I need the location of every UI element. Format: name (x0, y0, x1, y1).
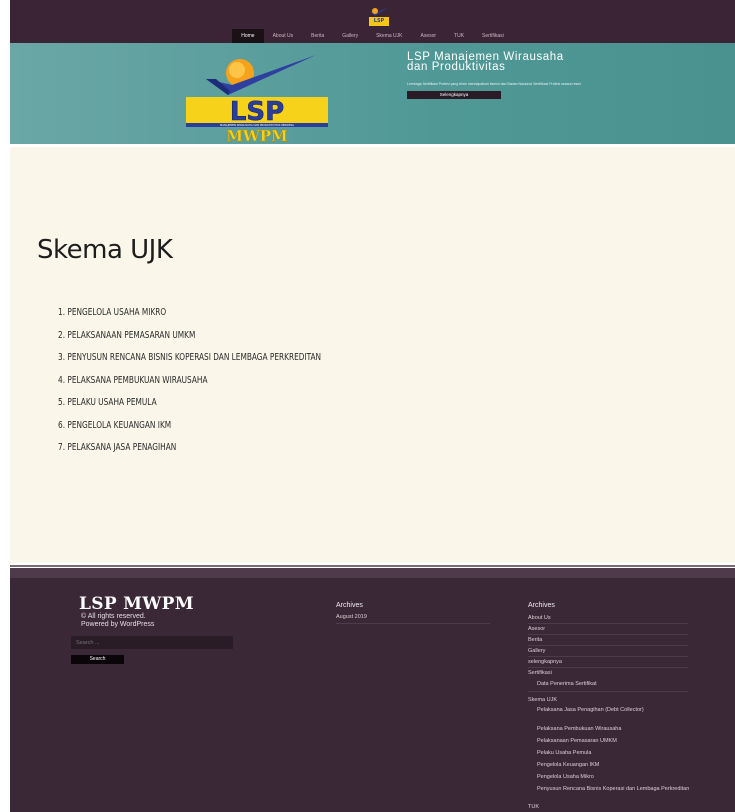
nav-home[interactable]: Home (232, 29, 264, 43)
widget-rule (528, 634, 688, 635)
nav-sertifikasi[interactable]: Sertifikasi (473, 29, 513, 43)
widget-rule (528, 623, 688, 624)
widget-rule (528, 645, 688, 646)
subpage-link[interactable]: Pelaksana Pembukuan Wirausaha (537, 726, 621, 733)
subpage-link[interactable]: Data Penerima Sertifikat (537, 681, 597, 688)
footer-search-button[interactable]: Search (71, 655, 124, 664)
footer-search-input[interactable] (71, 636, 233, 649)
page-link[interactable]: About Us (528, 615, 551, 622)
widget-rule (528, 667, 688, 668)
page-link[interactable]: Berita (528, 637, 542, 644)
page-link[interactable]: Gallery (528, 648, 545, 655)
logo-lsp-text: LSP (230, 97, 284, 127)
subpage-link[interactable]: Pengelola Usaha Mikro (537, 774, 594, 781)
hero-subtitle: Lembaga Sertifikasi Profesi yang telah m… (407, 82, 582, 86)
site-header: LSP Home About Us Berita Gallery Skema U… (10, 0, 735, 43)
skema-item: 6. PENGELOLA KEUANGAN IKM (58, 419, 172, 431)
skema-item: 1. PENGELOLA USAHA MIKRO (58, 307, 167, 318)
nav-tuk[interactable]: TUK (445, 29, 473, 43)
nav-skema-ujk[interactable]: Skema UJK (367, 29, 411, 43)
lsp-mwpm-logo-icon: LSP MANAJEMEN WIRAUSAHA DAN PRODUKTIVITA… (186, 55, 328, 143)
footer-band (10, 568, 735, 578)
main-nav: Home About Us Berita Gallery Skema UJK A… (10, 29, 735, 43)
logo-mwpm-text: MWPM (226, 127, 287, 143)
footer-copyright: © All rights reserved. (81, 613, 146, 620)
site-footer: LSP MWPM © All rights reserved. Powered … (10, 568, 735, 812)
widget-rule (528, 691, 688, 692)
subpage-link[interactable]: Pengelola Keuangan IKM (537, 762, 599, 769)
skema-item: 4. PELAKSANA PEMBUKUAN WIRAUSAHA (58, 374, 208, 386)
hero-cta-button[interactable]: Selengkapnya (407, 91, 501, 99)
archives-widget-title: Archives (336, 602, 363, 609)
nav-asesor[interactable]: Asesor (411, 29, 445, 43)
skema-list: 1. PENGELOLA USAHA MIKRO 2. PELAKSANAAN … (58, 306, 379, 464)
footer-site-title[interactable]: LSP MWPM (79, 594, 194, 614)
page-link-skema[interactable]: Skema UJK (528, 697, 557, 704)
skema-item: 7. PELAKSANA JASA PENAGIHAN (58, 442, 177, 453)
site-logo-icon[interactable]: LSP (366, 5, 392, 27)
nav-gallery[interactable]: Gallery (333, 29, 367, 43)
widget-rule (528, 656, 688, 657)
footer-divider (10, 565, 735, 567)
skema-item: 3. PENYUSUN RENCANA BISNIS KOPERASI DAN … (58, 352, 322, 363)
nav-berita[interactable]: Berita (302, 29, 333, 43)
hero-title: LSP Manajemen Wirausaha dan Produktivita… (407, 51, 564, 73)
skema-item: 2. PELAKSANAAN PEMASARAN UMKM (58, 329, 196, 341)
widget-rule (336, 623, 490, 624)
page-link-tuk[interactable]: TUK (528, 804, 539, 811)
main-content: Skema UJK 1. PENGELOLA USAHA MIKRO 2. PE… (10, 147, 735, 563)
subpage-link[interactable]: Pelaksanaan Pemasaran UMKM (537, 738, 617, 745)
subpage-link[interactable]: Pelaku Usaha Pemula (537, 750, 591, 757)
nav-about-us[interactable]: About Us (264, 29, 303, 43)
subpage-link[interactable]: Pelaksana Jasa Penagihan (Debt Collector… (537, 707, 687, 714)
hero-banner: LSP MANAJEMEN WIRAUSAHA DAN PRODUKTIVITA… (10, 43, 735, 144)
page-link[interactable]: Sertifikasi (528, 670, 552, 677)
skema-item: 5. PELAKU USAHA PEMULA (58, 397, 157, 408)
page-title: Skema UJK (37, 235, 173, 265)
pages-widget-title: Archives (528, 602, 555, 609)
archive-link[interactable]: August 2019 (336, 614, 367, 621)
page-link[interactable]: selengkapnya (528, 659, 562, 666)
subpage-link[interactable]: Penyusun Rencana Bisnis Koperasi dan Lem… (537, 786, 697, 793)
footer-powered-by[interactable]: Powered by WordPress (81, 621, 154, 629)
page-link[interactable]: Asesor (528, 626, 545, 633)
